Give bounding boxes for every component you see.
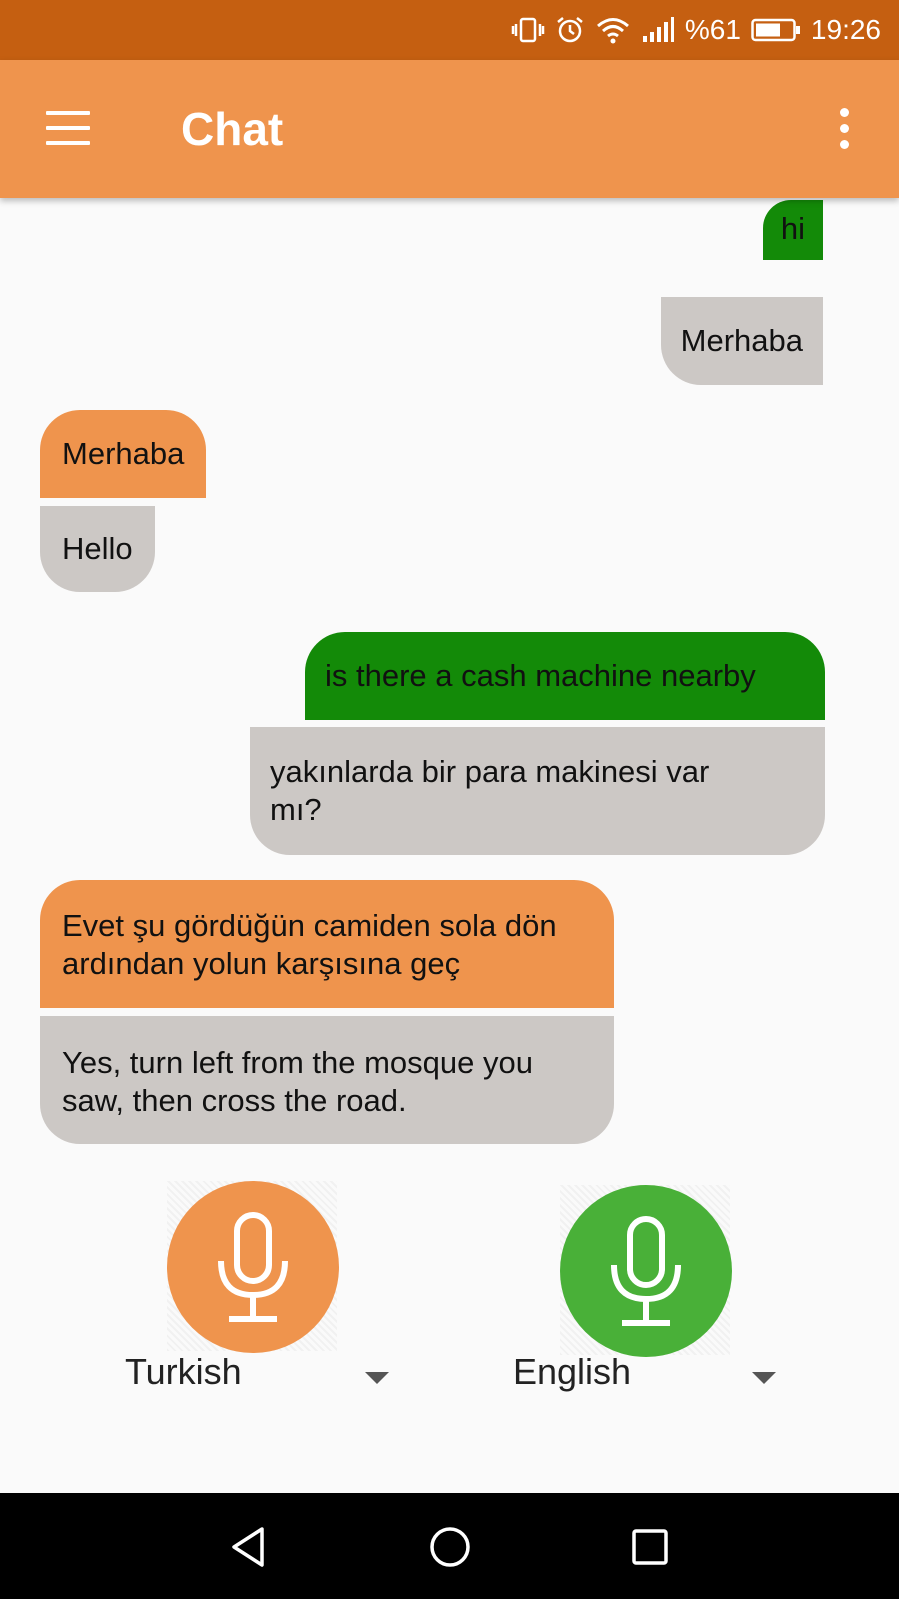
message-translation: yakınlarda bir para makinesi var mı? — [250, 727, 825, 855]
message-group: is there a cash machine nearby — [305, 632, 825, 720]
message-original: hi — [762, 200, 823, 260]
wifi-icon — [595, 15, 631, 45]
turkish-mic-button[interactable] — [167, 1181, 339, 1353]
hamburger-menu-icon[interactable] — [40, 104, 96, 154]
signal-icon — [641, 16, 675, 44]
message-translation-group: Yes, turn left from the mosque you saw, … — [40, 1016, 614, 1144]
dropdown-arrow-icon[interactable] — [365, 1372, 389, 1384]
message-group: Evet şu gördüğün camiden sola dön ardınd… — [40, 880, 614, 1008]
microphone-icon — [167, 1181, 339, 1353]
battery-percent: %61 — [684, 14, 741, 45]
message-original: Merhaba — [40, 410, 207, 498]
message-translation: Yes, turn left from the mosque you saw, … — [40, 1016, 614, 1144]
app-bar: Chat — [0, 60, 899, 198]
target-language-select[interactable]: English — [513, 1350, 631, 1394]
status-bar: %61 19:26 — [0, 0, 899, 60]
english-mic-button[interactable] — [560, 1185, 732, 1357]
dropdown-arrow-icon[interactable] — [752, 1372, 776, 1384]
recents-icon[interactable] — [622, 1519, 678, 1575]
system-nav-bar — [0, 1493, 899, 1599]
vibrate-icon — [511, 16, 545, 44]
back-icon[interactable] — [222, 1519, 278, 1575]
source-language-select[interactable]: Turkish — [125, 1350, 242, 1394]
message-translation: Hello — [40, 506, 155, 592]
message-translation-group: Merhaba — [660, 297, 823, 385]
alarm-icon — [555, 15, 585, 45]
page-title: Chat — [181, 103, 284, 155]
message-group: hi — [762, 200, 823, 260]
battery-icon — [751, 17, 801, 43]
message-group: Merhaba — [40, 410, 207, 498]
message-translation-group: Hello — [40, 506, 155, 592]
microphone-icon — [560, 1185, 732, 1357]
clock: 19:26 — [810, 14, 881, 45]
message-original: is there a cash machine nearby — [305, 632, 825, 720]
message-original: Evet şu gördüğün camiden sola dön ardınd… — [40, 880, 614, 1008]
message-translation: Merhaba — [660, 297, 823, 385]
more-vert-icon[interactable] — [829, 98, 859, 158]
message-translation-group: yakınlarda bir para makinesi var mı? — [250, 727, 825, 855]
home-icon[interactable] — [422, 1519, 478, 1575]
